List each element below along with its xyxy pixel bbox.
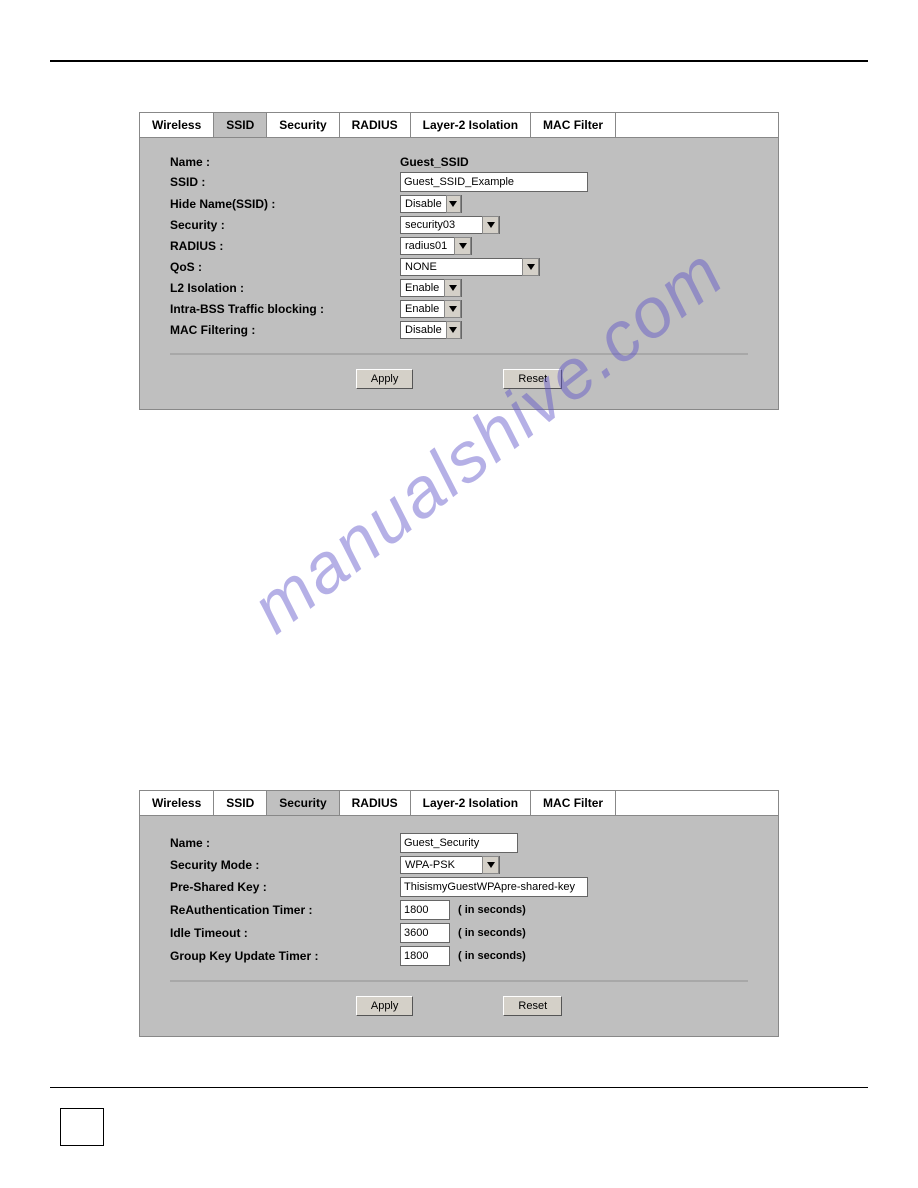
tab-radius[interactable]: RADIUS [340, 113, 411, 137]
name-label: Name : [170, 836, 400, 850]
name-label: Name : [170, 155, 400, 169]
qos-select-value: NONE [401, 261, 522, 273]
apply-button[interactable]: Apply [356, 996, 414, 1016]
radius-select-value: radius01 [401, 240, 454, 252]
tab-security[interactable]: Security [267, 791, 339, 815]
top-rule [50, 60, 868, 62]
qos-label: QoS : [170, 260, 400, 274]
ssid-panel: Wireless SSID Security RADIUS Layer-2 Is… [139, 112, 779, 410]
reauth-label: ReAuthentication Timer : [170, 903, 400, 917]
chevron-down-icon [444, 300, 461, 318]
group-key-input[interactable] [400, 946, 450, 966]
bottom-rule [50, 1087, 868, 1088]
seconds-suffix: ( in seconds) [458, 950, 526, 962]
reset-button[interactable]: Reset [503, 369, 562, 389]
apply-button[interactable]: Apply [356, 369, 414, 389]
l2-isolation-label: L2 Isolation : [170, 281, 400, 295]
idle-timeout-label: Idle Timeout : [170, 926, 400, 940]
intra-bss-select-value: Enable [401, 303, 444, 315]
footer-box [60, 1108, 104, 1146]
radius-select[interactable]: radius01 [400, 237, 472, 255]
reset-button[interactable]: Reset [503, 996, 562, 1016]
seconds-suffix: ( in seconds) [458, 904, 526, 916]
security-select[interactable]: security03 [400, 216, 500, 234]
hide-name-label: Hide Name(SSID) : [170, 197, 400, 211]
tab-security[interactable]: Security [267, 113, 339, 137]
mac-filtering-select[interactable]: Disable [400, 321, 462, 339]
tab-mac-filter[interactable]: MAC Filter [531, 113, 616, 137]
qos-select[interactable]: NONE [400, 258, 540, 276]
tabbar-top: Wireless SSID Security RADIUS Layer-2 Is… [139, 112, 779, 138]
tab-mac-filter[interactable]: MAC Filter [531, 791, 616, 815]
radius-label: RADIUS : [170, 239, 400, 253]
hide-name-select[interactable]: Disable [400, 195, 462, 213]
psk-input[interactable] [400, 877, 588, 897]
psk-label: Pre-Shared Key : [170, 880, 400, 894]
hide-name-select-value: Disable [401, 198, 446, 210]
mac-filtering-label: MAC Filtering : [170, 323, 400, 337]
intra-bss-label: Intra-BSS Traffic blocking : [170, 302, 400, 316]
chevron-down-icon [444, 279, 461, 297]
group-key-label: Group Key Update Timer : [170, 949, 400, 963]
security-mode-label: Security Mode : [170, 858, 400, 872]
name-input[interactable] [400, 833, 518, 853]
tab-layer2-isolation[interactable]: Layer-2 Isolation [411, 113, 531, 137]
mac-filtering-select-value: Disable [401, 324, 446, 336]
chevron-down-icon [482, 216, 499, 234]
tab-wireless[interactable]: Wireless [140, 791, 214, 815]
chevron-down-icon [454, 237, 471, 255]
l2-isolation-select[interactable]: Enable [400, 279, 462, 297]
tab-ssid[interactable]: SSID [214, 791, 267, 815]
reauth-input[interactable] [400, 900, 450, 920]
security-label: Security : [170, 218, 400, 232]
chevron-down-icon [446, 321, 461, 339]
chevron-down-icon [522, 258, 539, 276]
security-mode-select[interactable]: WPA-PSK [400, 856, 500, 874]
tab-layer2-isolation[interactable]: Layer-2 Isolation [411, 791, 531, 815]
tab-radius[interactable]: RADIUS [340, 791, 411, 815]
divider [170, 980, 748, 982]
divider [170, 353, 748, 355]
l2-isolation-select-value: Enable [401, 282, 444, 294]
security-mode-select-value: WPA-PSK [401, 859, 482, 871]
idle-timeout-input[interactable] [400, 923, 450, 943]
chevron-down-icon [446, 195, 461, 213]
tabbar-bottom: Wireless SSID Security RADIUS Layer-2 Is… [139, 790, 779, 816]
intra-bss-select[interactable]: Enable [400, 300, 462, 318]
ssid-input[interactable] [400, 172, 588, 192]
security-panel: Wireless SSID Security RADIUS Layer-2 Is… [139, 790, 779, 1037]
name-value: Guest_SSID [400, 155, 469, 169]
security-select-value: security03 [401, 219, 482, 231]
seconds-suffix: ( in seconds) [458, 927, 526, 939]
tab-ssid[interactable]: SSID [214, 113, 267, 137]
tab-wireless[interactable]: Wireless [140, 113, 214, 137]
chevron-down-icon [482, 856, 499, 874]
ssid-label: SSID : [170, 175, 400, 189]
